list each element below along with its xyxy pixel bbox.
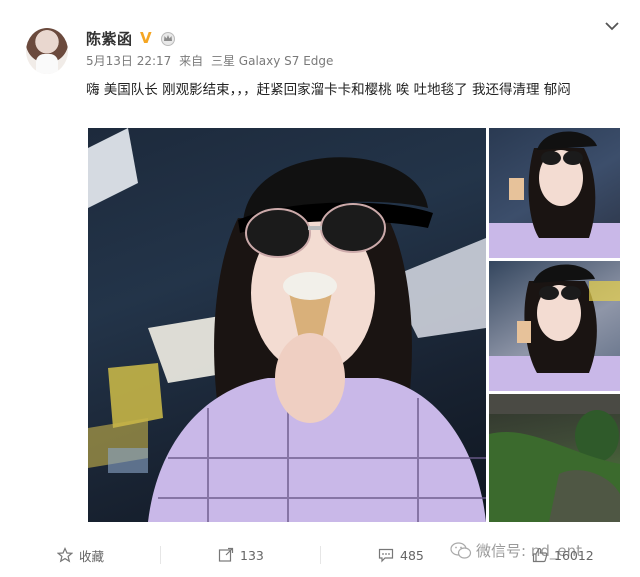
chevron-down-icon[interactable] xyxy=(604,20,620,32)
like-button[interactable]: 16012 xyxy=(532,544,594,566)
crown-icon xyxy=(161,32,175,46)
post-text: 嗨 美国队长 刚观影结束，，，赶紧回家溜卡卡和樱桃 唉 吐地毯了 我还得清理 郁… xyxy=(86,82,571,98)
verified-badge-icon: V xyxy=(140,29,152,47)
source-prefix: 来自 xyxy=(179,54,204,68)
divider xyxy=(320,546,321,564)
photo-thumb-1[interactable] xyxy=(489,128,620,258)
weibo-post-card: 陈紫函 V 5月13日 22:17 来自 三星 Galaxy S7 Edge 嗨… xyxy=(0,0,640,577)
comment-button[interactable]: 485 xyxy=(378,544,424,566)
avatar[interactable] xyxy=(26,28,68,74)
photo-main[interactable] xyxy=(88,128,486,522)
favorite-label: 收藏 xyxy=(79,548,105,564)
favorite-button[interactable]: 收藏 xyxy=(57,544,104,566)
like-count: 16012 xyxy=(554,547,594,563)
repost-button[interactable]: 133 xyxy=(218,544,264,566)
divider xyxy=(160,546,161,564)
photo-thumb-3[interactable] xyxy=(489,394,620,522)
username[interactable]: 陈紫函 xyxy=(86,28,133,49)
post-meta: 5月13日 22:17 来自 三星 Galaxy S7 Edge xyxy=(86,52,337,69)
action-bar: 收藏 133 485 微信号: nd_ent 16012 xyxy=(0,532,640,577)
thumb-2-image xyxy=(489,264,620,391)
star-icon xyxy=(57,547,73,563)
comment-icon xyxy=(378,548,394,563)
selfie-photo xyxy=(88,128,486,522)
thumb-1-image xyxy=(489,131,620,258)
wechat-icon xyxy=(450,541,472,559)
thumb-3-image xyxy=(489,394,620,522)
post-date[interactable]: 5月13日 22:17 xyxy=(86,54,171,68)
device-source: 三星 Galaxy S7 Edge xyxy=(210,54,334,68)
like-icon xyxy=(532,547,548,563)
repost-icon xyxy=(218,547,234,562)
repost-count: 133 xyxy=(240,547,264,563)
photo-thumb-2[interactable] xyxy=(489,261,620,391)
comment-count: 485 xyxy=(400,547,424,563)
